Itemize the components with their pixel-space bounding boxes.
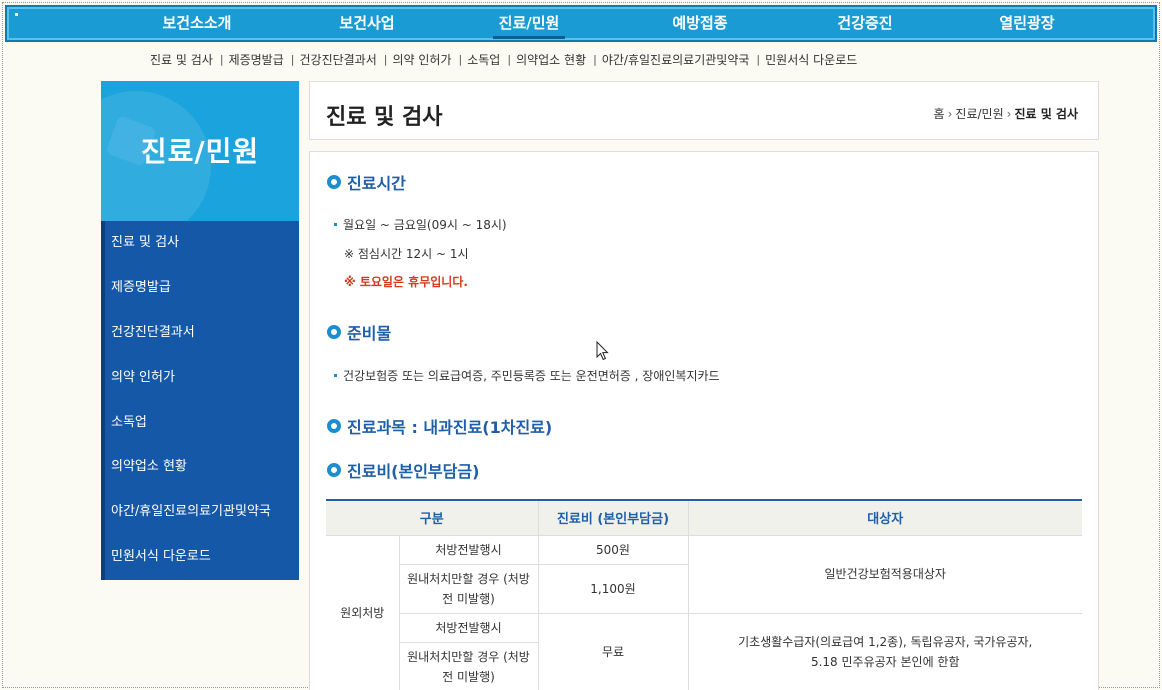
table-cell-target: 일반건강보험적용대상자 [687, 534, 1082, 614]
subnav-item-night-holiday[interactable]: 야간/휴일진료의료기관및약국 [602, 51, 750, 68]
topnav-item-about[interactable]: 보건소소개 [147, 9, 247, 39]
table-cell-target: 기초생활수급자(의료급여 1,2종), 독립유공자, 국가유공자, 5.18 민… [687, 612, 1082, 690]
ring-bullet-icon [327, 175, 341, 189]
prep-text: 건강보험증 또는 의료급여증, 주민등록증 또는 운전면허증 , 장애인복지카드 [343, 369, 720, 383]
table-header-fee: 진료비 (본인부담금) [537, 500, 689, 536]
sidebar-item-certificates[interactable]: 제증명발급 [105, 266, 299, 311]
table-cell-type: 처방전발행시 [398, 534, 539, 565]
square-bullet-icon [334, 374, 337, 377]
subnav-separator: | [290, 52, 295, 66]
top-navigation: 보건소소개 보건사업 진료/민원 예방접종 건강증진 열린광장 [5, 5, 1157, 42]
table-cell-fee: 무료 [537, 612, 689, 690]
breadcrumb-section[interactable]: 진료/민원 [955, 105, 1003, 122]
sidebar-menu: 진료 및 검사 제증명발급 건강진단결과서 의약 인허가 소독업 의약업소 현황… [101, 221, 299, 580]
section-title-text: 진료비(본인부담금) [347, 462, 480, 481]
subnav-separator: | [593, 52, 597, 66]
table-header-row: 구분 진료비 (본인부담금) 대상자 [326, 500, 1082, 536]
section-title-dept: 진료과목 : 내과진료(1차진료) [327, 414, 552, 438]
topnav-item-vaccination[interactable]: 예방접종 [650, 9, 750, 39]
fee-table: 구분 진료비 (본인부담금) 대상자 원외처방 처방전발행시 500원 일반건강… [326, 499, 1082, 690]
sidebar-item-care-tests[interactable]: 진료 및 검사 [105, 221, 299, 266]
subnav-item-pharmacy-status[interactable]: 의약업소 현황 [516, 51, 586, 68]
breadcrumb-current: 진료 및 검사 [1014, 107, 1078, 121]
sidebar: 진료/민원 진료 및 검사 제증명발급 건강진단결과서 의약 인허가 소독업 의… [101, 81, 299, 580]
section-title-fee: 진료비(본인부담금) [327, 458, 479, 482]
subnav-item-care-tests[interactable]: 진료 및 검사 [150, 51, 213, 68]
section-title-text: 진료시간 [347, 174, 406, 193]
sidebar-header: 진료/민원 [101, 81, 299, 221]
sidebar-item-forms-download[interactable]: 민원서식 다운로드 [105, 535, 299, 580]
table-cell-type: 원내처치만할 경우 (처방전 미발행) [398, 641, 539, 690]
table-cell-type: 원내처치만할 경우 (처방전 미발행) [398, 563, 539, 614]
nav-dot-icon [15, 13, 18, 16]
subnav-separator: | [507, 52, 512, 66]
section-title-prep: 준비물 [327, 320, 391, 344]
breadcrumb: 홈 › 진료/민원 › 진료 및 검사 [934, 105, 1078, 122]
ring-bullet-icon [327, 325, 341, 339]
sidebar-item-night-holiday[interactable]: 야간/휴일진료의료기관및약국 [105, 490, 299, 535]
subnav-item-health-results[interactable]: 건강진단결과서 [299, 51, 376, 68]
chevron-right-icon: › [1006, 106, 1012, 121]
section-title-text: 준비물 [347, 324, 392, 343]
sidebar-item-health-results[interactable]: 건강진단결과서 [105, 311, 299, 356]
page-title: 진료 및 검사 [326, 105, 443, 130]
subnav-item-certificates[interactable]: 제증명발급 [229, 51, 284, 68]
sidebar-item-medical-licenses[interactable]: 의약 인허가 [105, 356, 299, 401]
topnav-item-health-promotion[interactable]: 건강증진 [815, 9, 915, 39]
table-cell-type: 처방전발행시 [398, 612, 539, 643]
sidebar-item-disinfection[interactable]: 소독업 [105, 401, 299, 446]
subnav-separator: | [756, 52, 761, 66]
mouse-pointer-icon [596, 341, 609, 361]
subnav-item-disinfection[interactable]: 소독업 [467, 51, 500, 68]
table-row: 원외처방 처방전발행시 500원 일반건강보험적용대상자 [326, 534, 1082, 690]
table-cell-group: 원외처방 [326, 534, 400, 690]
subnav-separator: | [383, 52, 388, 66]
sub-navigation: 진료 및 검사 | 제증명발급 | 건강진단결과서 | 의약 인허가 | 소독업… [150, 50, 857, 68]
main-content: 진료시간 월요일 ~ 금요일(09시 ~ 18시) ※ 점심시간 12시 ~ 1… [309, 151, 1099, 690]
page-header: 진료 및 검사 홈 › 진료/민원 › 진료 및 검사 [309, 81, 1099, 140]
table-header-target: 대상자 [687, 500, 1082, 536]
sidebar-title: 진료/민원 [140, 135, 260, 168]
ring-bullet-icon [327, 463, 341, 477]
ring-bullet-icon [327, 419, 341, 433]
sidebar-item-pharmacy-status[interactable]: 의약업소 현황 [105, 445, 299, 490]
subnav-separator: | [458, 52, 463, 66]
hours-line: 월요일 ~ 금요일(09시 ~ 18시) [334, 216, 507, 233]
subnav-separator: | [219, 52, 224, 66]
breadcrumb-home[interactable]: 홈 [934, 105, 945, 122]
hours-text: 월요일 ~ 금요일(09시 ~ 18시) [343, 218, 507, 232]
subnav-item-medical-licenses[interactable]: 의약 인허가 [392, 51, 451, 68]
subnav-item-forms-download[interactable]: 민원서식 다운로드 [765, 51, 857, 68]
lunch-note: ※ 점심시간 12시 ~ 1시 [344, 247, 469, 261]
square-bullet-icon [334, 223, 337, 226]
table-cell-fee: 1,100원 [537, 563, 689, 614]
topnav-item-open-plaza[interactable]: 열린광장 [977, 9, 1077, 39]
section-title-text: 진료과목 : 내과진료(1차진료) [347, 418, 553, 437]
section-title-hours: 진료시간 [327, 170, 406, 194]
topnav-item-care-civil[interactable]: 진료/민원 [493, 9, 565, 39]
topnav-item-health-programs[interactable]: 보건사업 [317, 9, 417, 39]
table-row: 처방전발행시 무료 기초생활수급자(의료급여 1,2종), 독립유공자, 국가유… [326, 612, 1082, 690]
table-header-category: 구분 [326, 500, 539, 536]
prep-line: 건강보험증 또는 의료급여증, 주민등록증 또는 운전면허증 , 장애인복지카드 [334, 367, 720, 384]
table-cell-fee: 500원 [537, 534, 689, 565]
chevron-right-icon: › [947, 106, 953, 121]
saturday-note: ※ 토요일은 휴무입니다. [344, 275, 468, 289]
